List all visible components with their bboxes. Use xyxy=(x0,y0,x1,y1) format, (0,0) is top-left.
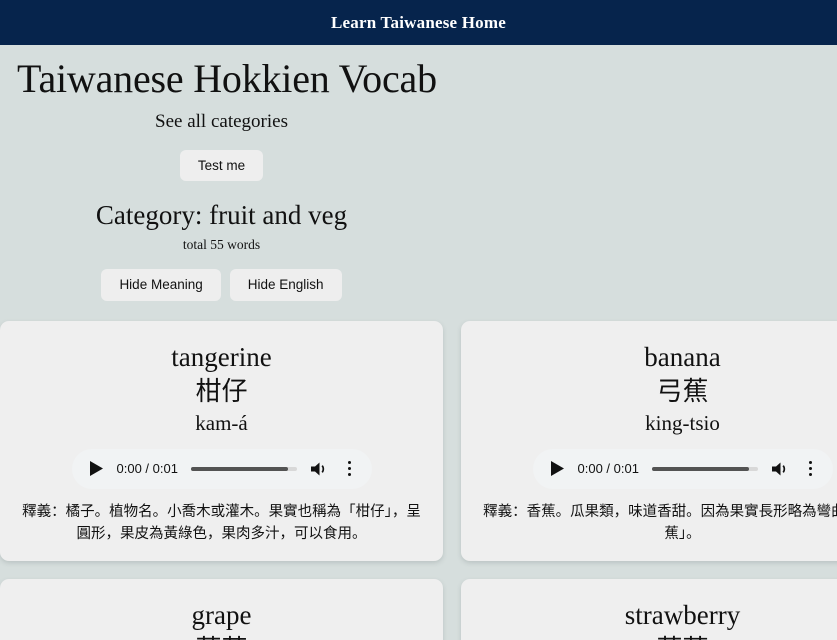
audio-time-display: 0:00 / 0:01 xyxy=(116,461,178,477)
card-hanzi-word: 柑仔 xyxy=(195,376,248,406)
nav-home-link[interactable]: Learn Taiwanese Home xyxy=(331,13,506,33)
page-content: Taiwanese Hokkien Vocab See all categori… xyxy=(0,45,837,640)
vocab-card-grid: tangerine 柑仔 kam-á 0:00 / 0:01 釋義：橘子。植物名… xyxy=(0,320,837,640)
card-english-word: grape xyxy=(191,599,252,630)
vocab-card[interactable]: grape 葡萄 xyxy=(0,578,443,640)
card-hanzi-word: 弓蕉 xyxy=(656,376,709,406)
test-me-button[interactable]: Test me xyxy=(179,149,264,182)
kebab-dot xyxy=(348,467,351,471)
vocab-card[interactable]: tangerine 柑仔 kam-á 0:00 / 0:01 釋義：橘子。植物名… xyxy=(0,320,443,561)
volume-icon[interactable] xyxy=(771,461,789,477)
header-center-column: See all categories Test me Category: fru… xyxy=(0,102,443,301)
card-definition: 釋義：香蕉。瓜果類，味道香甜。因為果實長形略為彎曲，「弓蕉」。 xyxy=(483,503,837,543)
kebab-dot xyxy=(348,461,351,465)
card-english-word: strawberry xyxy=(624,599,741,630)
card-hanzi-word: 草莓 xyxy=(477,633,837,640)
category-title: Category: fruit and veg xyxy=(95,200,348,231)
navbar: Learn Taiwanese Home xyxy=(0,0,837,45)
card-romanization: king-tsio xyxy=(645,410,720,435)
kebab-dot xyxy=(809,461,812,465)
page-title: Taiwanese Hokkien Vocab xyxy=(17,56,437,101)
audio-time-display: 0:00 / 0:01 xyxy=(577,461,639,477)
card-english-word: banana xyxy=(644,341,721,372)
hide-meaning-button[interactable]: Hide Meaning xyxy=(101,269,221,301)
audio-player[interactable]: 0:00 / 0:01 xyxy=(71,448,372,489)
vocab-card[interactable]: banana 弓蕉 king-tsio 0:00 / 0:01 釋義：香蕉。瓜果… xyxy=(461,320,837,561)
vocab-card[interactable]: strawberry 草莓 xyxy=(461,578,837,640)
card-definition: 釋義：橘子。植物名。小喬木或灌木。果實也稱為「柑仔」，呈圓形，果皮為黃綠色，果肉… xyxy=(22,503,421,543)
audio-progress-slider[interactable] xyxy=(651,466,758,471)
see-all-categories-link[interactable]: See all categories xyxy=(155,111,288,133)
card-hanzi-word: 葡萄 xyxy=(16,633,427,640)
kebab-menu-icon[interactable] xyxy=(342,461,358,477)
kebab-dot xyxy=(348,473,351,477)
audio-progress-fill xyxy=(190,466,289,471)
card-english-word: tangerine xyxy=(171,341,272,372)
hide-english-button[interactable]: Hide English xyxy=(229,269,342,301)
audio-player[interactable]: 0:00 / 0:01 xyxy=(532,448,833,489)
audio-progress-fill xyxy=(651,466,750,471)
total-words-count: total 55 words xyxy=(182,237,261,253)
play-icon[interactable] xyxy=(86,461,108,477)
volume-icon[interactable] xyxy=(310,461,328,477)
audio-progress-slider[interactable] xyxy=(190,466,297,471)
toggle-button-row: Hide Meaning Hide English xyxy=(101,269,342,301)
kebab-dot xyxy=(809,467,812,471)
card-romanization: kam-á xyxy=(195,410,248,435)
kebab-dot xyxy=(809,473,812,477)
test-me-button-wrapper: Test me xyxy=(179,149,264,182)
play-icon[interactable] xyxy=(547,461,569,477)
kebab-menu-icon[interactable] xyxy=(803,461,819,477)
